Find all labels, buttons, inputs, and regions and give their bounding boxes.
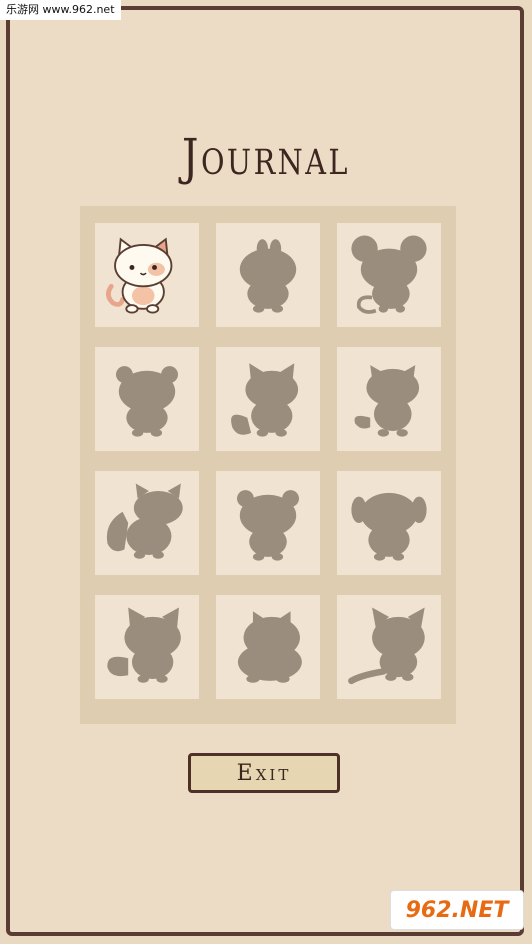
journal-entry-2[interactable] — [216, 223, 320, 327]
locked-silhouette-icon — [231, 363, 299, 437]
journal-entry-4[interactable] — [95, 347, 199, 451]
page-title: Journal — [182, 128, 350, 186]
locked-silhouette-icon — [106, 483, 183, 559]
site-logo: 962.NET — [390, 890, 524, 930]
journal-entry-11[interactable] — [216, 595, 320, 699]
locked-silhouette-icon — [351, 492, 427, 561]
journal-entry-1[interactable] — [95, 223, 199, 327]
journal-entry-3[interactable] — [337, 223, 441, 327]
locked-silhouette-icon — [239, 239, 297, 313]
watermark: 乐游网 www.962.net — [0, 0, 121, 20]
journal-entry-6[interactable] — [337, 347, 441, 451]
exit-button[interactable]: Exit — [188, 753, 340, 793]
calico-cat-icon — [106, 237, 173, 314]
journal-grid — [80, 206, 456, 724]
journal-entry-10[interactable] — [95, 595, 199, 699]
locked-silhouette-icon — [236, 490, 300, 561]
journal-entry-8[interactable] — [216, 471, 320, 575]
journal-entry-9[interactable] — [337, 471, 441, 575]
locked-silhouette-icon — [237, 611, 302, 683]
journal-entry-5[interactable] — [216, 347, 320, 451]
locked-silhouette-icon — [354, 365, 420, 437]
locked-silhouette-icon — [107, 607, 181, 683]
locked-silhouette-icon — [351, 235, 427, 314]
journal-entry-7[interactable] — [95, 471, 199, 575]
journal-entry-12[interactable] — [337, 595, 441, 699]
locked-silhouette-icon — [348, 607, 425, 685]
locked-silhouette-icon — [115, 366, 179, 437]
